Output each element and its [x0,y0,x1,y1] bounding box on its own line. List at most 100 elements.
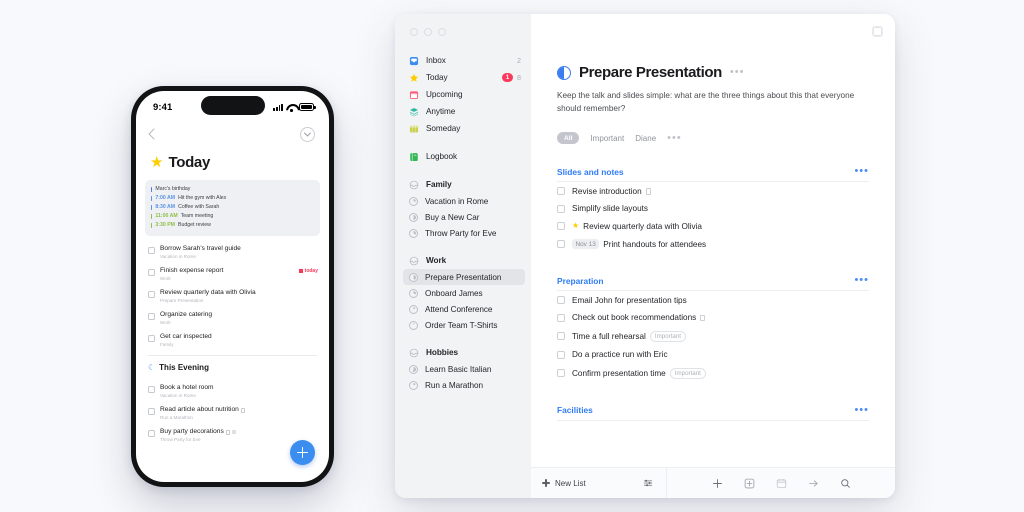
tag-diane[interactable]: Diane [635,134,656,143]
sidebar-item-label: Logbook [426,152,458,161]
when-calendar-button[interactable] [776,478,787,489]
checkbox[interactable] [557,204,565,213]
table-row[interactable]: Revise introduction [557,182,869,200]
checkbox[interactable] [148,291,155,299]
checkbox[interactable] [557,350,565,359]
sidebar-item-logbook[interactable]: Logbook [395,148,531,165]
checkbox[interactable] [148,408,155,415]
plus-in-box-icon[interactable] [744,478,755,489]
item-title: Book a hotel room [160,384,214,392]
sidebar-project-vacation-in-rome[interactable]: Vacation in Rome [395,193,531,209]
calendar-event[interactable]: 11:00 AM Team meeting [151,212,314,221]
close-button[interactable] [410,28,418,36]
list-item[interactable]: Get car inspected Family [136,329,329,351]
sidebar-area-label: Work [426,256,447,265]
list-item[interactable]: Organize catering Work [136,307,329,329]
table-row[interactable]: Email John for presentation tips [557,291,869,309]
sidebar-area-family[interactable]: Family [395,176,531,193]
sidebar-project-prepare-presentation[interactable]: Prepare Presentation [403,269,525,285]
checkbox[interactable] [148,313,155,321]
magnifier-icon[interactable] [840,478,851,489]
window-layout-icon[interactable] [871,25,883,37]
add-task-button[interactable] [290,440,315,465]
calendar-icon[interactable] [776,478,787,489]
table-row[interactable]: Do a practice run with Eric [557,346,869,364]
task-title[interactable]: Prepare Presentation [579,64,722,81]
table-row[interactable]: Simplify slide layouts [557,200,869,218]
sidebar-item-someday[interactable]: Someday [395,120,531,137]
sidebar-project-order-team-t-shirts[interactable]: Order Team T-Shirts [395,317,531,333]
list-item[interactable]: Review quarterly data with Olivia Prepare… [136,285,329,307]
half-filled-circle-icon[interactable] [557,65,571,80]
checkbox[interactable] [148,247,155,255]
sidebar-area-work[interactable]: Work [395,252,531,269]
checkbox[interactable] [557,332,565,341]
item-title: Read article about nutrition [160,406,317,414]
move-button[interactable] [808,478,819,489]
tags-more-icon[interactable]: ••• [667,132,682,144]
calendar-events-block[interactable]: Marc's birthday 7:00 AM Hit the gym with A… [145,180,320,237]
checkbox[interactable] [557,240,565,249]
section-more-icon[interactable]: ••• [854,275,869,286]
sidebar-project-onboard-james[interactable]: Onboard James [395,285,531,301]
table-row[interactable]: Nov 13 Print handouts for attendees [557,235,869,254]
sidebar-item-inbox[interactable]: Inbox 2 [395,52,531,69]
calendar-event[interactable]: 8:30 AM Coffee with Sarah [151,203,314,212]
sidebar-project-run-a-marathon[interactable]: Run a Marathon [395,377,531,393]
sidebar-project-learn-basic-italian[interactable]: Learn Basic Italian [395,361,531,377]
new-list-button[interactable]: New List [542,479,586,488]
zoom-button[interactable] [438,28,446,36]
sliders-icon[interactable] [643,478,653,488]
checkbox[interactable] [148,335,155,343]
list-item[interactable]: Finish expense report Work today [136,263,329,285]
list-item[interactable]: Borrow Sarah's travel guide Vacation in R… [136,241,329,263]
checkbox[interactable] [557,222,565,231]
checkbox[interactable] [557,313,565,322]
checkbox[interactable] [148,386,155,394]
section-more-icon[interactable]: ••• [854,166,869,177]
sidebar-item-upcoming[interactable]: Upcoming [395,86,531,103]
plus-icon[interactable] [712,478,723,489]
tag-all[interactable]: All [557,132,580,145]
table-row[interactable]: ★ Review quarterly data with Olivia [557,217,869,235]
add-todo-button[interactable] [712,478,723,489]
event-time: 11:00 AM [155,213,178,220]
back-chevron-icon[interactable] [148,128,160,140]
calendar-event[interactable]: 3:30 PM Budget review [151,221,314,230]
sidebar-project-attend-conference[interactable]: Attend Conference [395,301,531,317]
event-time: 3:30 PM [155,222,175,229]
checkbox[interactable] [557,296,565,305]
calendar-event[interactable]: 7:00 AM Hit the gym with Alex [151,194,314,203]
item-body: Read article about nutrition Run a Marath… [160,406,317,421]
tag-filter-row: All Important Diane ••• [557,132,869,145]
sidebar-project-label: Vacation in Rome [425,196,489,206]
tag-important[interactable]: Important [590,134,624,143]
table-row[interactable]: Check out book recommendations [557,309,869,327]
checkbox[interactable] [557,187,565,196]
search-button[interactable] [840,478,851,489]
sidebar-project-throw-party-for-eve[interactable]: Throw Party for Eve [395,225,531,241]
arrow-right-icon[interactable] [808,478,819,489]
sidebar-area-hobbies[interactable]: Hobbies [395,344,531,361]
chevron-down-circle-icon[interactable] [300,126,315,142]
event-title: Marc's birthday [155,186,191,192]
sidebar-item-today[interactable]: Today 1 8 [395,69,531,86]
table-row[interactable]: Time a full rehearsal Important [557,326,869,346]
checkbox[interactable] [148,269,155,277]
task-more-icon[interactable]: ••• [730,67,745,78]
minimize-button[interactable] [424,28,432,36]
item-subtitle: Work [160,276,171,282]
list-item[interactable]: Book a hotel room Vacation in Rome [136,380,329,402]
sidebar-item-label: Inbox [426,56,446,65]
section-more-icon[interactable]: ••• [854,404,869,416]
sidebar-project-buy-a-new-car[interactable]: Buy a New Car [395,209,531,225]
list-item[interactable]: Read article about nutrition Run a Marath… [136,402,329,424]
task-note[interactable]: Keep the talk and slides simple: what ar… [557,90,857,115]
checkbox[interactable] [148,429,155,437]
sidebar-item-anytime[interactable]: Anytime [395,103,531,120]
table-row[interactable]: Confirm presentation time Important [557,363,869,383]
checkbox[interactable] [557,369,565,378]
event-title: Team meeting [180,213,214,220]
calendar-event[interactable]: Marc's birthday [151,185,314,194]
add-heading-button[interactable] [744,478,755,489]
